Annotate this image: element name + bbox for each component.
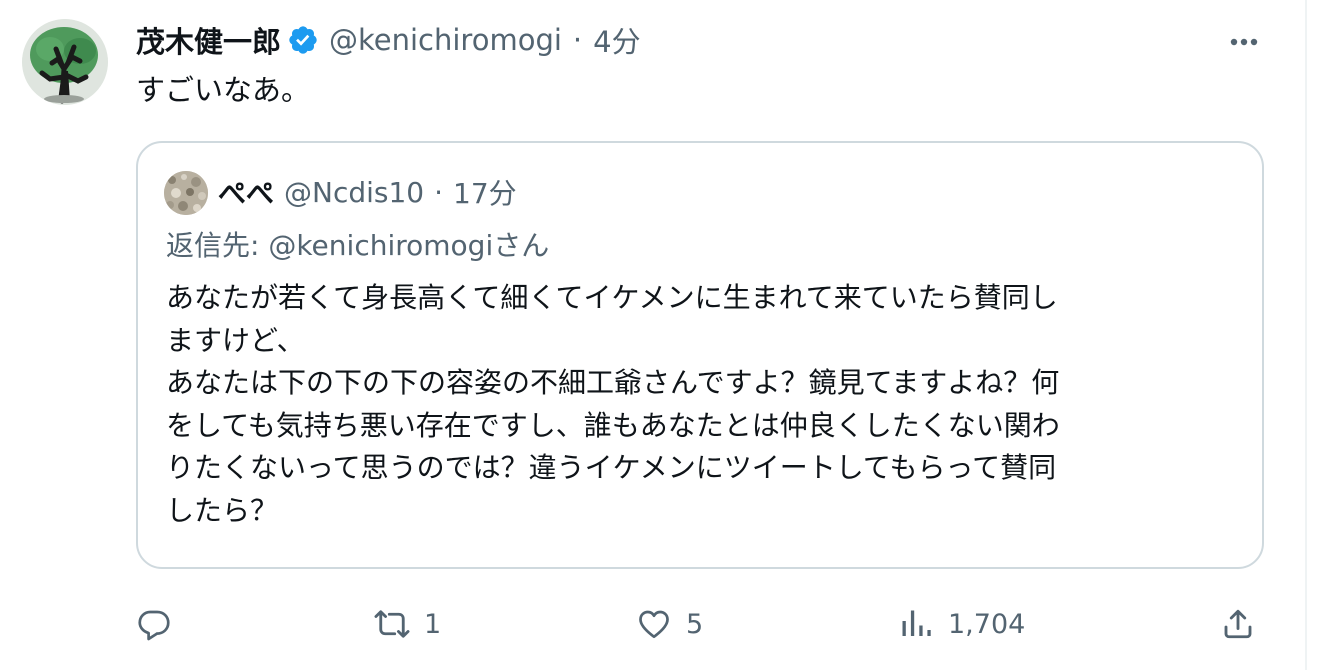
share-button[interactable] — [1220, 596, 1256, 652]
quote-author-handle[interactable]: @Ncdis10 — [284, 176, 424, 209]
views-button[interactable]: 1,704 — [898, 596, 1025, 652]
reply-to-suffix: さん — [493, 229, 550, 262]
tweet-header: 茂木健一郎 @kenichiromogi · 4分 — [136, 14, 641, 66]
more-icon — [1230, 38, 1258, 46]
avatar-texture-image — [164, 171, 208, 215]
quote-text-line: したら？ — [166, 493, 279, 527]
reply-to-mention[interactable]: @kenichiromogi — [268, 229, 493, 262]
reply-icon — [138, 610, 170, 641]
reply-to-label: 返信先: — [166, 229, 269, 262]
quote-text-line: をしても気持ち悪い存在ですし、誰もあなたとは仲良くしたくない関わ — [166, 408, 1060, 442]
tweet-text: すごいなあ。 — [136, 73, 311, 107]
author-avatar[interactable] — [22, 19, 108, 105]
retweet-button[interactable]: 1 — [374, 596, 441, 652]
separator-dot: · — [434, 175, 444, 209]
analytics-icon — [902, 610, 931, 636]
quote-text-line: りたくないって思うのでは？違うイケメンにツイートしてもらって賛同 — [166, 451, 1057, 484]
quote-author-name[interactable]: ぺぺ — [218, 172, 274, 212]
reply-to-line: 返信先: @kenichiromogiさん — [166, 223, 549, 269]
quote-text-line: あなたが若くて身長高くて細くてイケメンに生まれて来ていたら賛同し — [166, 281, 1058, 314]
view-count: 1,704 — [948, 608, 1026, 640]
tweet-timestamp[interactable]: 4分 — [593, 19, 640, 61]
quoted-tweet-card[interactable]: ぺぺ @Ncdis10 · 17分 返信先: @kenichiromogiさん … — [136, 141, 1264, 569]
retweet-count: 1 — [424, 608, 442, 640]
share-icon — [1224, 609, 1252, 639]
heart-icon — [639, 610, 669, 639]
avatar-tree-drawing — [22, 19, 108, 105]
quote-text: あなたが若くて身長高くて細くてイケメンに生まれて来ていたら賛同し ますけど、 あ… — [166, 277, 1238, 532]
quote-text-line: あなたは下の下の下の容姿の不細工爺さんですよ？鏡見てますよね？何 — [166, 366, 1060, 399]
retweet-icon — [374, 610, 410, 638]
tweet-action-bar: 1 5 1,704 — [136, 596, 1264, 652]
separator-dot: · — [572, 23, 583, 57]
author-handle[interactable]: @kenichiromogi — [329, 23, 562, 57]
author-name[interactable]: 茂木健一郎 — [136, 19, 281, 61]
reply-button[interactable] — [136, 596, 186, 652]
like-button[interactable]: 5 — [636, 596, 703, 652]
verified-badge-icon[interactable] — [287, 24, 319, 56]
quote-timestamp[interactable]: 17分 — [453, 172, 517, 212]
quote-header: ぺぺ @Ncdis10 · 17分 — [218, 167, 517, 217]
like-count: 5 — [686, 608, 704, 640]
right-divider — [1305, 0, 1307, 670]
quote-text-line: ますけど、 — [166, 323, 305, 357]
quote-author-avatar[interactable] — [164, 171, 208, 215]
more-options-button[interactable] — [1222, 22, 1266, 62]
